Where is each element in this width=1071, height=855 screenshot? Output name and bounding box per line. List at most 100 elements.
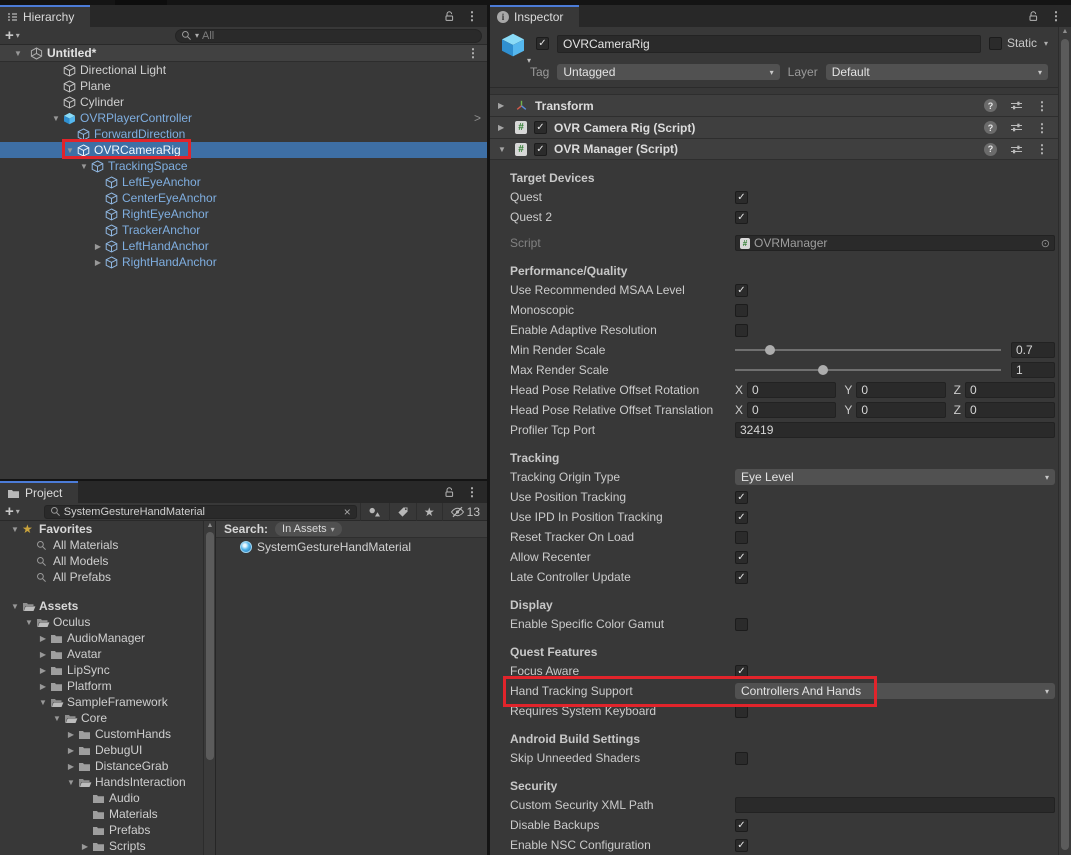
tab-hierarchy[interactable]: Hierarchy [0, 5, 90, 27]
search-filter-arrow-icon[interactable]: ▾ [195, 31, 199, 40]
hierarchy-item-ovrcamerarig[interactable]: ▼OVRCameraRig [0, 142, 487, 158]
hierarchy-item-lefteyeanchor[interactable]: LeftEyeAnchor [0, 174, 487, 190]
inspector-menu-icon[interactable]: ⋮ [1050, 10, 1062, 22]
gameobject-active-checkbox[interactable]: ✓ [536, 37, 549, 50]
lock-icon[interactable] [443, 486, 455, 498]
foldout-icon[interactable]: ▶ [64, 746, 78, 755]
hierarchy-menu-icon[interactable]: ⋮ [466, 10, 478, 22]
project-item-favorites[interactable]: ▼★Favorites [0, 521, 203, 537]
prefab-open-chevron-icon[interactable]: > [474, 111, 481, 125]
property-checkbox[interactable]: ✓ [735, 511, 748, 524]
scene-foldout-icon[interactable]: ▼ [14, 49, 26, 58]
help-icon[interactable]: ? [984, 121, 997, 134]
project-item-assets[interactable]: ▼Assets [0, 598, 203, 614]
hierarchy-item-ovrplayercontroller[interactable]: ▼OVRPlayerController> [0, 110, 487, 126]
foldout-icon[interactable]: ▶ [64, 762, 78, 771]
axis-z-field[interactable]: 0 [965, 382, 1055, 398]
foldout-icon[interactable]: ▶ [78, 842, 92, 851]
search-by-label-icon[interactable] [389, 503, 416, 521]
component-menu-icon[interactable]: ⋮ [1036, 122, 1048, 134]
project-item-scripts[interactable]: ▶Scripts [0, 838, 203, 854]
property-checkbox[interactable] [735, 705, 748, 718]
lock-icon[interactable] [1027, 10, 1039, 22]
object-reference-field[interactable]: #OVRManager⊙ [735, 235, 1055, 251]
scroll-up-icon[interactable]: ▲ [1059, 28, 1071, 35]
property-checkbox[interactable] [735, 531, 748, 544]
foldout-icon[interactable]: ▼ [63, 146, 77, 155]
presets-icon[interactable] [1010, 144, 1023, 155]
project-item-materials[interactable]: Materials [0, 806, 203, 822]
component-foldout-icon[interactable]: ▶ [498, 101, 508, 110]
property-checkbox[interactable]: ✓ [735, 665, 748, 678]
static-checkbox[interactable] [989, 37, 1002, 50]
project-item-all-prefabs[interactable]: All Prefabs [0, 569, 203, 585]
component-menu-icon[interactable]: ⋮ [1036, 143, 1048, 155]
slider-value-field[interactable]: 0.7 [1011, 342, 1055, 358]
scene-row[interactable]: ▼ Untitled* ⋮ [0, 45, 487, 62]
component-enabled-checkbox[interactable]: ✓ [534, 143, 547, 156]
project-item-lipsync[interactable]: ▶LipSync [0, 662, 203, 678]
property-checkbox[interactable] [735, 304, 748, 317]
component-header-ovr-camera-rig-script[interactable]: ▶#✓OVR Camera Rig (Script)?⋮ [490, 116, 1058, 138]
project-item-audio[interactable]: Audio [0, 790, 203, 806]
clear-search-icon[interactable]: × [344, 506, 351, 518]
project-item-core[interactable]: ▼Core [0, 710, 203, 726]
property-dropdown[interactable]: Controllers And Hands▾ [735, 683, 1055, 699]
foldout-icon[interactable]: ▼ [49, 114, 63, 123]
axis-z-field[interactable]: 0 [965, 402, 1055, 418]
property-checkbox[interactable]: ✓ [735, 191, 748, 204]
property-dropdown[interactable]: Eye Level▾ [735, 469, 1055, 485]
project-item-handsinteraction[interactable]: ▼HandsInteraction [0, 774, 203, 790]
project-item-avatar[interactable]: ▶Avatar [0, 646, 203, 662]
scene-menu-icon[interactable]: ⋮ [467, 47, 479, 59]
hierarchy-item-righteyeanchor[interactable]: RightEyeAnchor [0, 206, 487, 222]
property-text-field[interactable] [735, 797, 1055, 813]
project-item-distancegrab[interactable]: ▶DistanceGrab [0, 758, 203, 774]
foldout-icon[interactable]: ▶ [91, 258, 105, 267]
presets-icon[interactable] [1010, 122, 1023, 133]
help-icon[interactable]: ? [984, 99, 997, 112]
axis-y-field[interactable]: 0 [856, 382, 945, 398]
foldout-icon[interactable]: ▼ [22, 618, 36, 627]
axis-x-field[interactable]: 0 [747, 402, 836, 418]
foldout-icon[interactable]: ▶ [64, 730, 78, 739]
axis-y-field[interactable]: 0 [856, 402, 945, 418]
foldout-icon[interactable]: ▶ [36, 650, 50, 659]
lock-icon[interactable] [443, 10, 455, 22]
tab-inspector[interactable]: i Inspector [490, 5, 579, 27]
hierarchy-item-plane[interactable]: Plane [0, 78, 487, 94]
project-item-debugui[interactable]: ▶DebugUI [0, 742, 203, 758]
project-item-all-materials[interactable]: All Materials [0, 537, 203, 553]
project-search-input[interactable]: SystemGestureHandMaterial × [44, 505, 357, 519]
foldout-icon[interactable]: ▼ [8, 602, 22, 611]
hierarchy-item-centereyeanchor[interactable]: CenterEyeAnchor [0, 190, 487, 206]
project-item-customhands[interactable]: ▶CustomHands [0, 726, 203, 742]
project-item-platform[interactable]: ▶Platform [0, 678, 203, 694]
project-item-prefabs[interactable]: Prefabs [0, 822, 203, 838]
slider-thumb[interactable] [818, 365, 828, 375]
project-create-button[interactable]: + [5, 505, 14, 519]
search-result-systemgesturehandmaterial[interactable]: SystemGestureHandMaterial [216, 538, 487, 555]
project-item-oculus[interactable]: ▼Oculus [0, 614, 203, 630]
property-slider[interactable] [735, 349, 1001, 351]
component-foldout-icon[interactable]: ▶ [498, 123, 508, 132]
property-checkbox[interactable]: ✓ [735, 491, 748, 504]
slider-value-field[interactable]: 1 [1011, 362, 1055, 378]
foldout-icon[interactable]: ▶ [91, 242, 105, 251]
hierarchy-search-input[interactable]: ▾ All [175, 29, 482, 43]
project-menu-icon[interactable]: ⋮ [466, 486, 478, 498]
tab-project[interactable]: Project [0, 481, 78, 503]
foldout-icon[interactable]: ▼ [77, 162, 91, 171]
hierarchy-create-button[interactable]: + [5, 29, 14, 43]
property-slider[interactable] [735, 369, 1001, 371]
property-checkbox[interactable] [735, 618, 748, 631]
gameobject-prefab-icon[interactable]: ▾ [500, 32, 528, 63]
component-header-transform[interactable]: ▶Transform?⋮ [490, 94, 1058, 116]
foldout-icon[interactable]: ▼ [8, 525, 22, 534]
property-text-field[interactable]: 32419 [735, 422, 1055, 438]
hierarchy-item-forwarddirection[interactable]: ForwardDirection [0, 126, 487, 142]
prefab-arrow-icon[interactable]: ▾ [527, 56, 531, 65]
component-enabled-checkbox[interactable]: ✓ [534, 121, 547, 134]
foldout-icon[interactable]: ▼ [64, 778, 78, 787]
foldout-icon[interactable]: ▼ [50, 714, 64, 723]
